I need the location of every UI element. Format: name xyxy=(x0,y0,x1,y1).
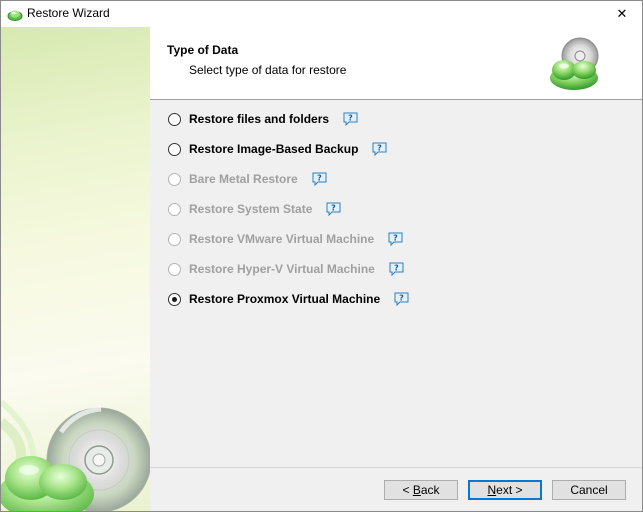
option-label: Restore Hyper-V Virtual Machine xyxy=(189,262,375,276)
help-bubble-icon[interactable]: ? xyxy=(394,292,409,307)
cancel-button[interactable]: Cancel xyxy=(552,480,626,500)
option-restore-vmware-vm: Restore VMware Virtual Machine ? xyxy=(168,229,403,249)
svg-text:?: ? xyxy=(393,234,398,243)
svg-text:?: ? xyxy=(394,264,399,273)
option-label: Bare Metal Restore xyxy=(189,172,298,186)
next-button[interactable]: Next > xyxy=(468,480,542,500)
radio-bare-metal-restore xyxy=(168,172,181,186)
help-bubble-icon[interactable]: ? xyxy=(388,232,403,247)
option-label: Restore VMware Virtual Machine xyxy=(189,232,375,246)
help-bubble-icon[interactable]: ? xyxy=(326,202,341,217)
next-accel: N xyxy=(487,483,497,497)
option-restore-proxmox-vm[interactable]: Restore Proxmox Virtual Machine ? xyxy=(168,289,409,309)
footer-divider xyxy=(150,467,642,468)
svg-text:?: ? xyxy=(399,294,404,303)
page-subtitle: Select type of data for restore xyxy=(189,63,347,77)
title-bar: Restore Wizard ✕ xyxy=(1,1,642,27)
disc-cloud-illustration xyxy=(1,399,150,511)
close-button[interactable]: ✕ xyxy=(602,1,642,27)
back-accel: B xyxy=(412,483,421,497)
radio-restore-vmware-vm xyxy=(168,232,181,246)
svg-text:?: ? xyxy=(348,114,353,123)
help-bubble-icon[interactable]: ? xyxy=(389,262,404,277)
option-label: Restore Image-Based Backup xyxy=(189,142,359,156)
option-label: Restore System State xyxy=(189,202,313,216)
radio-restore-image-based-backup[interactable] xyxy=(168,142,181,156)
radio-restore-hyperv-vm xyxy=(168,262,181,276)
option-bare-metal-restore: Bare Metal Restore ? xyxy=(168,169,327,189)
option-label: Restore files and folders xyxy=(189,112,330,126)
svg-text:?: ? xyxy=(317,174,322,183)
option-restore-files-folders[interactable]: Restore files and folders ? xyxy=(168,109,358,129)
cloud-disc-logo-icon xyxy=(550,37,599,90)
help-bubble-icon[interactable]: ? xyxy=(372,142,387,157)
back-button[interactable]: < Back xyxy=(384,480,458,500)
wizard-side-banner xyxy=(1,27,150,511)
svg-text:?: ? xyxy=(378,144,383,153)
window-title: Restore Wizard xyxy=(27,6,110,20)
help-bubble-icon[interactable]: ? xyxy=(343,112,358,127)
back-rest: ack xyxy=(420,483,440,497)
page-title: Type of Data xyxy=(167,43,239,57)
radio-restore-proxmox-vm[interactable] xyxy=(168,292,181,306)
radio-restore-files-folders[interactable] xyxy=(168,112,181,126)
close-icon: ✕ xyxy=(616,6,628,22)
restore-wizard-window: Restore Wizard ✕ Type of Data Select typ… xyxy=(0,0,643,512)
wizard-header: Type of Data Select type of data for res… xyxy=(150,27,642,100)
option-label: Restore Proxmox Virtual Machine xyxy=(189,292,381,306)
next-rest: ext > xyxy=(496,483,523,497)
option-restore-hyperv-vm: Restore Hyper-V Virtual Machine ? xyxy=(168,259,404,279)
svg-text:?: ? xyxy=(332,204,337,213)
option-restore-system-state: Restore System State ? xyxy=(168,199,341,219)
option-restore-image-based-backup[interactable]: Restore Image-Based Backup ? xyxy=(168,139,387,159)
radio-restore-system-state xyxy=(168,202,181,216)
back-prefix: < xyxy=(402,483,413,497)
help-bubble-icon[interactable]: ? xyxy=(312,172,327,187)
cloud-disc-icon xyxy=(7,6,23,22)
